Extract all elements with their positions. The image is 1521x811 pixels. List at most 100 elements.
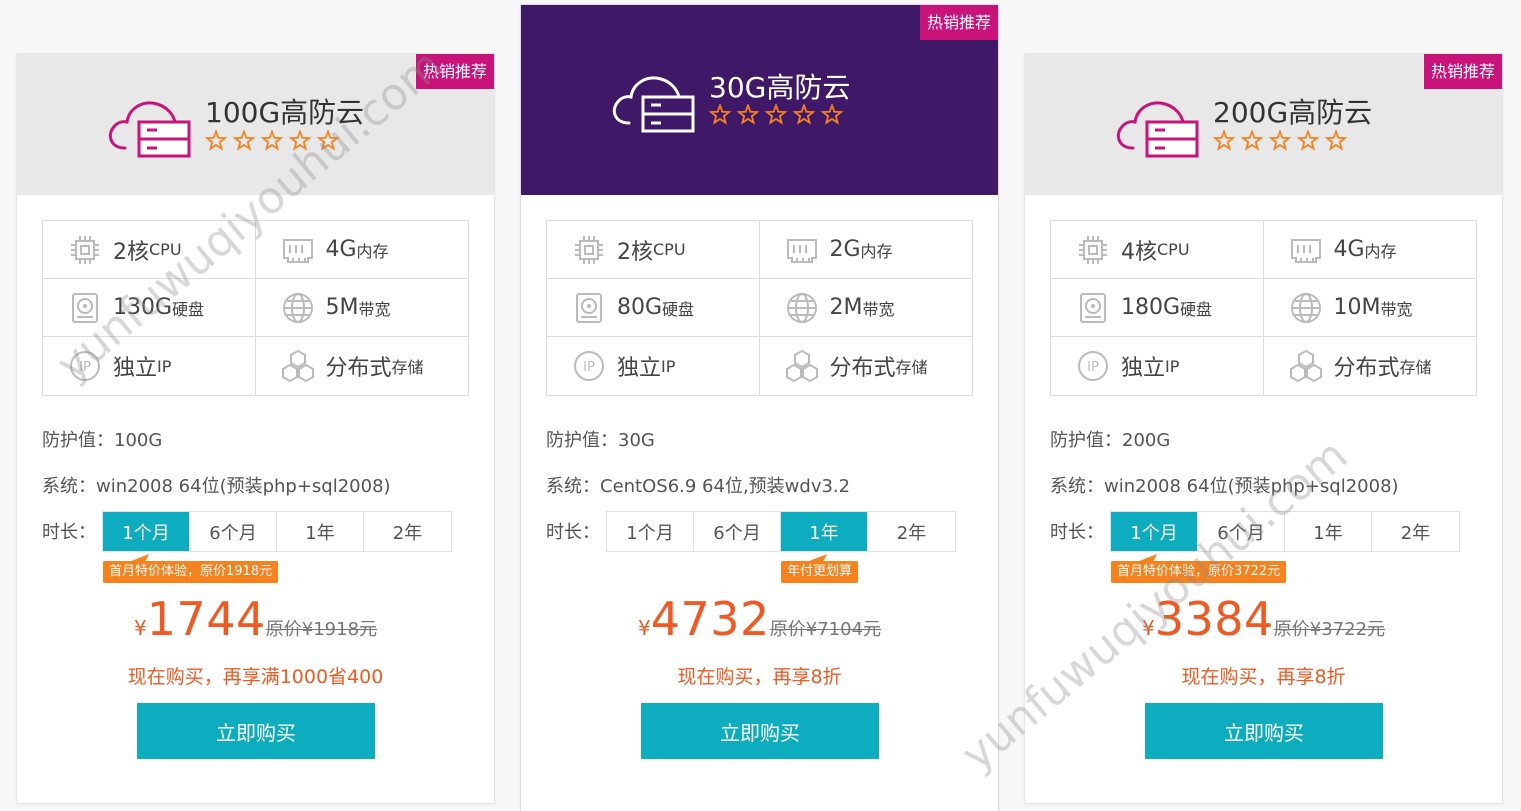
spec-value: 2G [829, 237, 861, 262]
plan-title: 100G高防云 [205, 96, 365, 129]
spec-memory: 2G 内存 [759, 221, 972, 279]
currency-symbol: ¥ [1141, 616, 1155, 640]
spec-unit: CPU [1157, 240, 1190, 259]
star-icon [792, 104, 816, 125]
cpu-icon [575, 235, 603, 264]
spec-unit: 存储 [895, 358, 928, 377]
spec-value: 130G [113, 295, 173, 320]
duration-option-1year[interactable]: 1年 [277, 512, 364, 551]
buy-button[interactable]: 立即购买 [137, 703, 375, 759]
star-icon [288, 130, 312, 151]
protection-value: 防护值：100G [42, 430, 163, 451]
spec-value: 2核 [113, 239, 149, 265]
spec-unit: 带宽 [862, 299, 895, 319]
ip-icon: IP [70, 351, 100, 381]
spec-ip: IP 独立 IP [1051, 337, 1264, 395]
spec-unit: 内存 [860, 241, 893, 261]
original-price: 原价¥7104元 [769, 619, 882, 640]
duration-selector: 1个月 6个月 1年 2年 [1110, 511, 1460, 552]
disk-icon [576, 292, 602, 323]
buy-button[interactable]: 立即购买 [1145, 703, 1383, 759]
duration-option-6months[interactable]: 6个月 [694, 512, 781, 551]
original-price: 原价¥1918元 [265, 619, 378, 640]
duration-option-2years[interactable]: 2年 [868, 512, 955, 551]
plan-card-100g: 热销推荐 100G高防云 2核 CPU 4G 内存 130G 硬盘 5M 带宽 IP 独立… [16, 53, 495, 804]
spec-unit: IP [1165, 356, 1180, 376]
spec-memory: 4G 内存 [255, 221, 468, 279]
duration-option-2years[interactable]: 2年 [364, 512, 451, 551]
system-info: 系统：win2008 64位(预装php+sql2008) [1050, 476, 1399, 497]
promo-text: 现在购买，再享8折 [1181, 666, 1346, 688]
plan-header: 热销推荐 30G高防云 [521, 5, 998, 195]
price-block: ¥1744原价¥1918元 [17, 592, 494, 646]
star-icon [736, 104, 760, 125]
spec-cpu: 4核 CPU [1051, 221, 1264, 279]
star-icon [205, 130, 228, 151]
plan-title: 200G高防云 [1213, 96, 1373, 129]
spec-unit: IP [661, 356, 676, 376]
duration-option-6months[interactable]: 6个月 [1198, 512, 1285, 551]
promo-text: 现在购买，再享满1000省400 [127, 666, 384, 688]
spec-value: 分布式 [325, 356, 392, 381]
plan-card-30g: 热销推荐 30G高防云 2核 CPU 2G 内存 80G 硬盘 2M 带宽 IP 独立 IP… [520, 4, 999, 811]
spec-unit: 硬盘 [1180, 299, 1213, 319]
duration-option-1month[interactable]: 1个月 [607, 512, 694, 551]
duration-option-1year[interactable]: 1年 [1285, 512, 1372, 551]
spec-cpu: 2核 CPU [43, 221, 256, 279]
spec-unit: 存储 [1399, 358, 1432, 377]
system-info: 系统：win2008 64位(预装php+sql2008) [42, 476, 391, 497]
rating-stars [709, 104, 844, 125]
spec-grid: 2核 CPU 4G 内存 130G 硬盘 5M 带宽 IP 独立 IP 分布式 存储 [42, 220, 469, 396]
duration-option-1year[interactable]: 1年 [781, 512, 868, 551]
spec-ip: IP 独立 IP [43, 337, 256, 395]
buy-button[interactable]: 立即购买 [641, 703, 879, 759]
spec-storage: 分布式 存储 [256, 337, 469, 395]
spec-bandwidth: 10M 带宽 [1263, 279, 1476, 337]
spec-bandwidth: 2M 带宽 [759, 279, 972, 337]
price-value: 4732 [650, 592, 770, 646]
spec-disk: 180G 硬盘 [1051, 279, 1264, 337]
duration-option-2years[interactable]: 2年 [1372, 512, 1459, 551]
hot-badge: 热销推荐 [415, 54, 494, 89]
disk-icon [1080, 292, 1106, 323]
cloud-server-icon [108, 101, 191, 158]
spec-value: 独立 [113, 356, 158, 381]
star-icon [260, 130, 284, 151]
duration-option-1month[interactable]: 1个月 [103, 512, 190, 551]
spec-unit: CPU [149, 240, 182, 259]
spec-value: 80G [617, 295, 663, 320]
spec-value: 10M [1333, 295, 1381, 320]
cloud-server-icon [1116, 101, 1199, 158]
star-icon [316, 130, 340, 151]
globe-icon [282, 292, 313, 323]
price-block: ¥3384原价¥3722元 [1025, 592, 1502, 646]
storage-icon [785, 349, 818, 383]
plan-card-200g: 热销推荐 200G高防云 4核 CPU 4G 内存 180G 硬盘 10M 带宽 IP 独… [1024, 53, 1503, 804]
spec-value: 180G [1121, 295, 1181, 320]
star-icon [1240, 130, 1264, 151]
currency-symbol: ¥ [133, 616, 147, 640]
spec-memory: 4G 内存 [1263, 221, 1476, 279]
ip-icon: IP [1078, 351, 1108, 381]
spec-value: 2核 [617, 239, 653, 265]
spec-unit: 带宽 [358, 299, 391, 319]
memory-icon [282, 238, 313, 263]
spec-value: 4核 [1121, 239, 1157, 265]
spec-value: 4G [1333, 237, 1365, 262]
star-icon [1296, 130, 1320, 151]
spec-bandwidth: 5M 带宽 [255, 279, 468, 337]
memory-icon [1290, 238, 1321, 263]
duration-label: 时长： [1050, 522, 1104, 543]
spec-cpu: 2核 CPU [547, 221, 760, 279]
spec-unit: 内存 [1364, 241, 1397, 261]
price-value: 3384 [1154, 592, 1274, 646]
duration-option-1month[interactable]: 1个月 [1111, 512, 1198, 551]
duration-option-6months[interactable]: 6个月 [190, 512, 277, 551]
star-icon [1268, 130, 1292, 151]
star-icon [764, 104, 788, 125]
spec-unit: 内存 [356, 241, 389, 261]
rating-stars [1213, 130, 1348, 151]
duration-label: 时长： [42, 522, 96, 543]
spec-unit: 硬盘 [172, 299, 205, 319]
plan-header: 热销推荐 100G高防云 [17, 54, 494, 195]
